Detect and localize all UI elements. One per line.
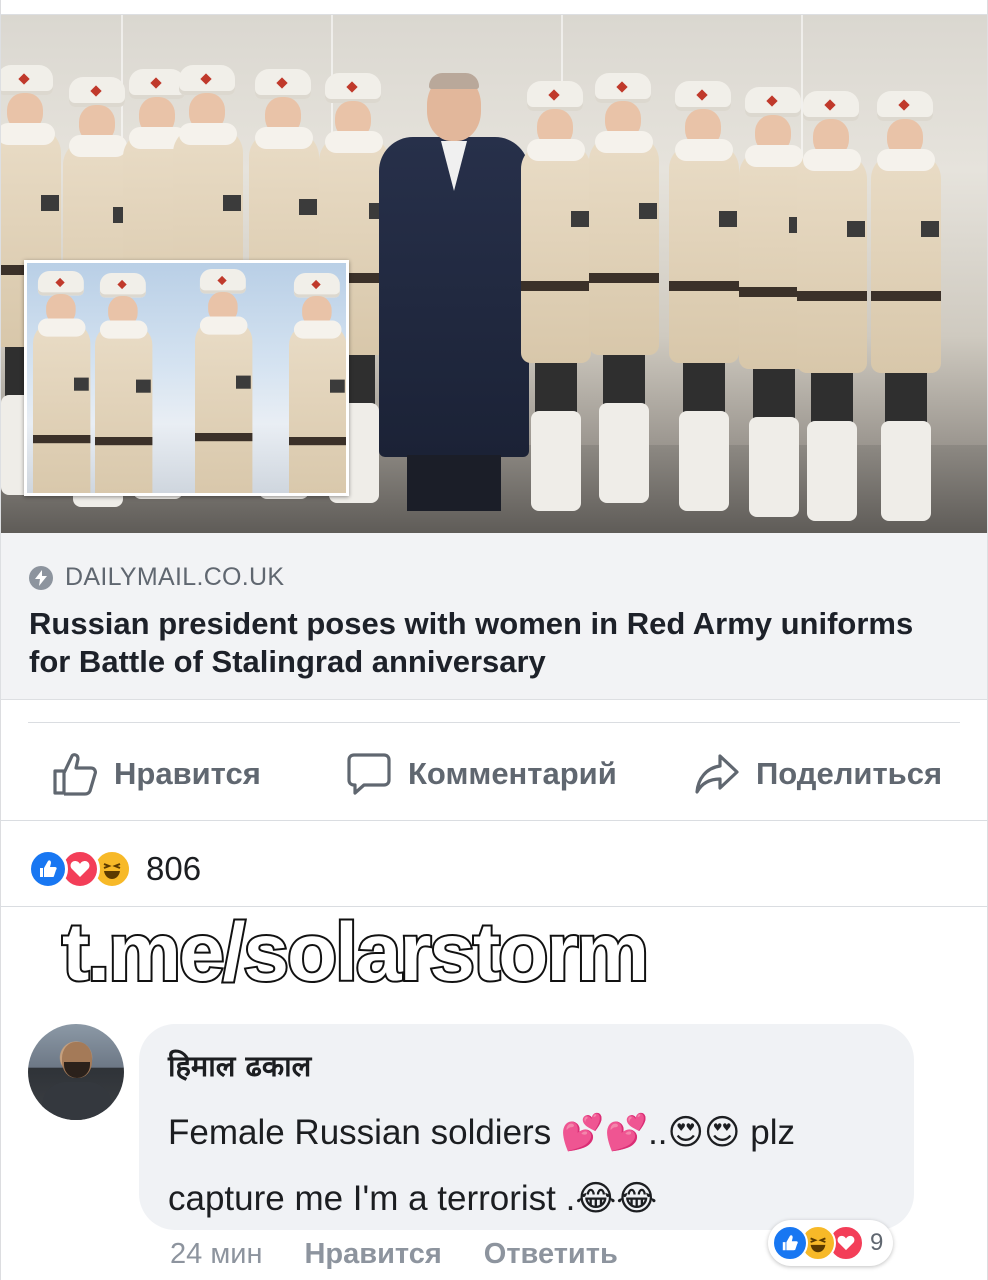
divider	[28, 722, 960, 723]
like-label: Нравится	[114, 756, 261, 791]
thumbs-up-icon	[53, 753, 97, 796]
comment-author[interactable]: हिमाल ढकाल	[168, 1046, 311, 1085]
reactions-count[interactable]: 806	[146, 850, 201, 888]
like-reaction-icon	[28, 849, 68, 889]
watermark-text: t.me/solarstorm	[60, 905, 651, 1000]
link-preview-card[interactable]: DAILYMAIL.CO.UK Russian president poses …	[0, 14, 988, 700]
share-button[interactable]: Поделиться	[694, 740, 942, 808]
like-button[interactable]: Нравится	[52, 740, 261, 808]
divider	[0, 820, 988, 821]
comment-icon	[347, 753, 391, 795]
bolt-icon	[29, 565, 53, 590]
post-action-bar: Нравится Комментарий Поделиться	[0, 740, 988, 808]
comment-reactions[interactable]: 9	[768, 1220, 894, 1266]
link-preview-photo[interactable]	[1, 15, 987, 533]
commenter-avatar[interactable]	[28, 1024, 124, 1120]
president-figure	[379, 73, 529, 515]
comment-reply-link[interactable]: Ответить	[484, 1238, 618, 1271]
comment-text: Female Russian soldiers 💕💕..😍😍 plz captu…	[168, 1113, 795, 1218]
reactions-summary[interactable]: 806	[28, 848, 201, 890]
comment-label: Комментарий	[408, 756, 617, 791]
link-domain-row[interactable]: DAILYMAIL.CO.UK	[29, 563, 284, 592]
comment-button[interactable]: Комментарий	[346, 740, 617, 808]
comment-reactions-count: 9	[870, 1229, 884, 1256]
comment-bubble[interactable]: हिमाल ढकाल Female Russian soldiers 💕💕..😍…	[139, 1024, 914, 1230]
comment-meta: 24 мин Нравится Ответить	[170, 1238, 660, 1271]
like-reaction-icon	[772, 1225, 808, 1261]
comment-time[interactable]: 24 мин	[170, 1238, 262, 1271]
share-arrow-icon	[695, 754, 739, 794]
share-label: Поделиться	[756, 756, 943, 791]
link-domain[interactable]: DAILYMAIL.CO.UK	[65, 563, 284, 592]
comment-like-link[interactable]: Нравится	[304, 1238, 441, 1271]
inset-photo	[24, 260, 349, 496]
link-title[interactable]: Russian president poses with women in Re…	[29, 605, 959, 681]
